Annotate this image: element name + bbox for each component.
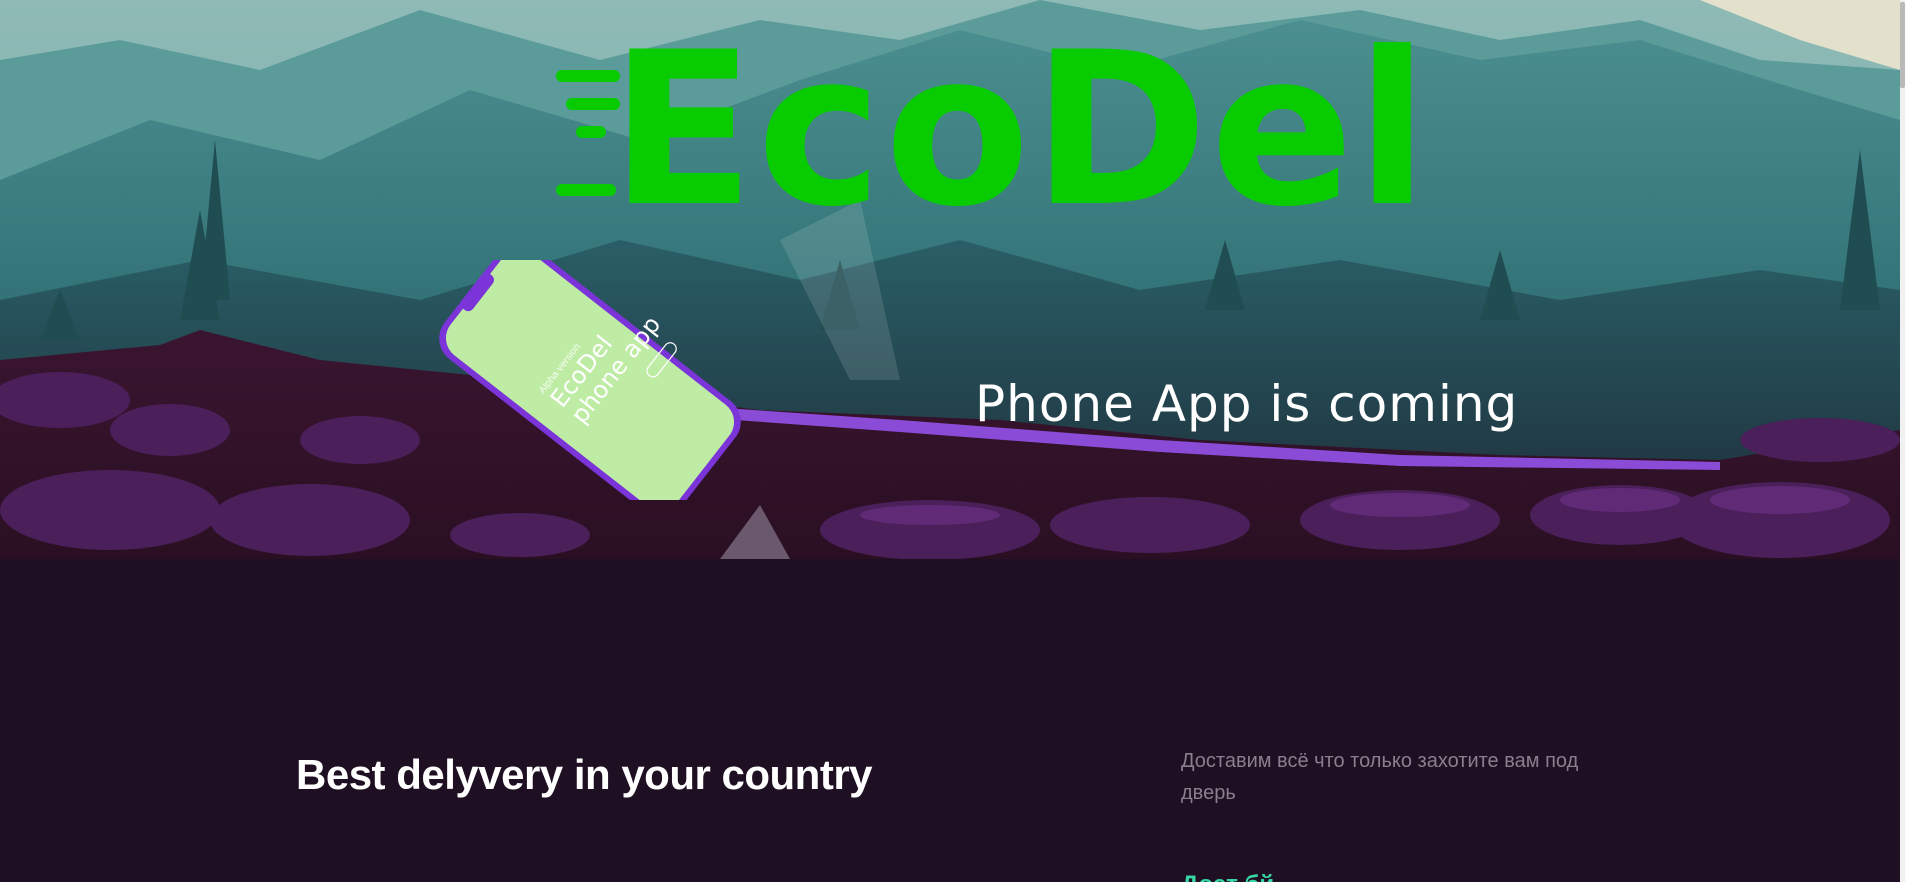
ecodel-logo: EcoDel xyxy=(610,6,1431,253)
hero-banner: EcoDel Alpha version EcoDel phone app Ph… xyxy=(0,0,1900,559)
section-headline: Best delyvery in your country xyxy=(296,751,873,798)
phone-app-tagline: Phone App is coming xyxy=(975,375,1519,433)
page-scrollbar[interactable] xyxy=(1900,0,1905,882)
section-description: Доставим всё что только захотите вам под… xyxy=(1181,750,1579,804)
partial-link-text[interactable]: Дост бй xyxy=(1181,871,1291,882)
scrollbar-thumb[interactable] xyxy=(1900,2,1905,88)
about-section: Best delyvery in your country Доставим в… xyxy=(0,559,1900,882)
partial-link[interactable]: Дост бй xyxy=(1181,867,1291,882)
phone-mockup-image: Alpha version EcoDel phone app xyxy=(439,260,741,500)
